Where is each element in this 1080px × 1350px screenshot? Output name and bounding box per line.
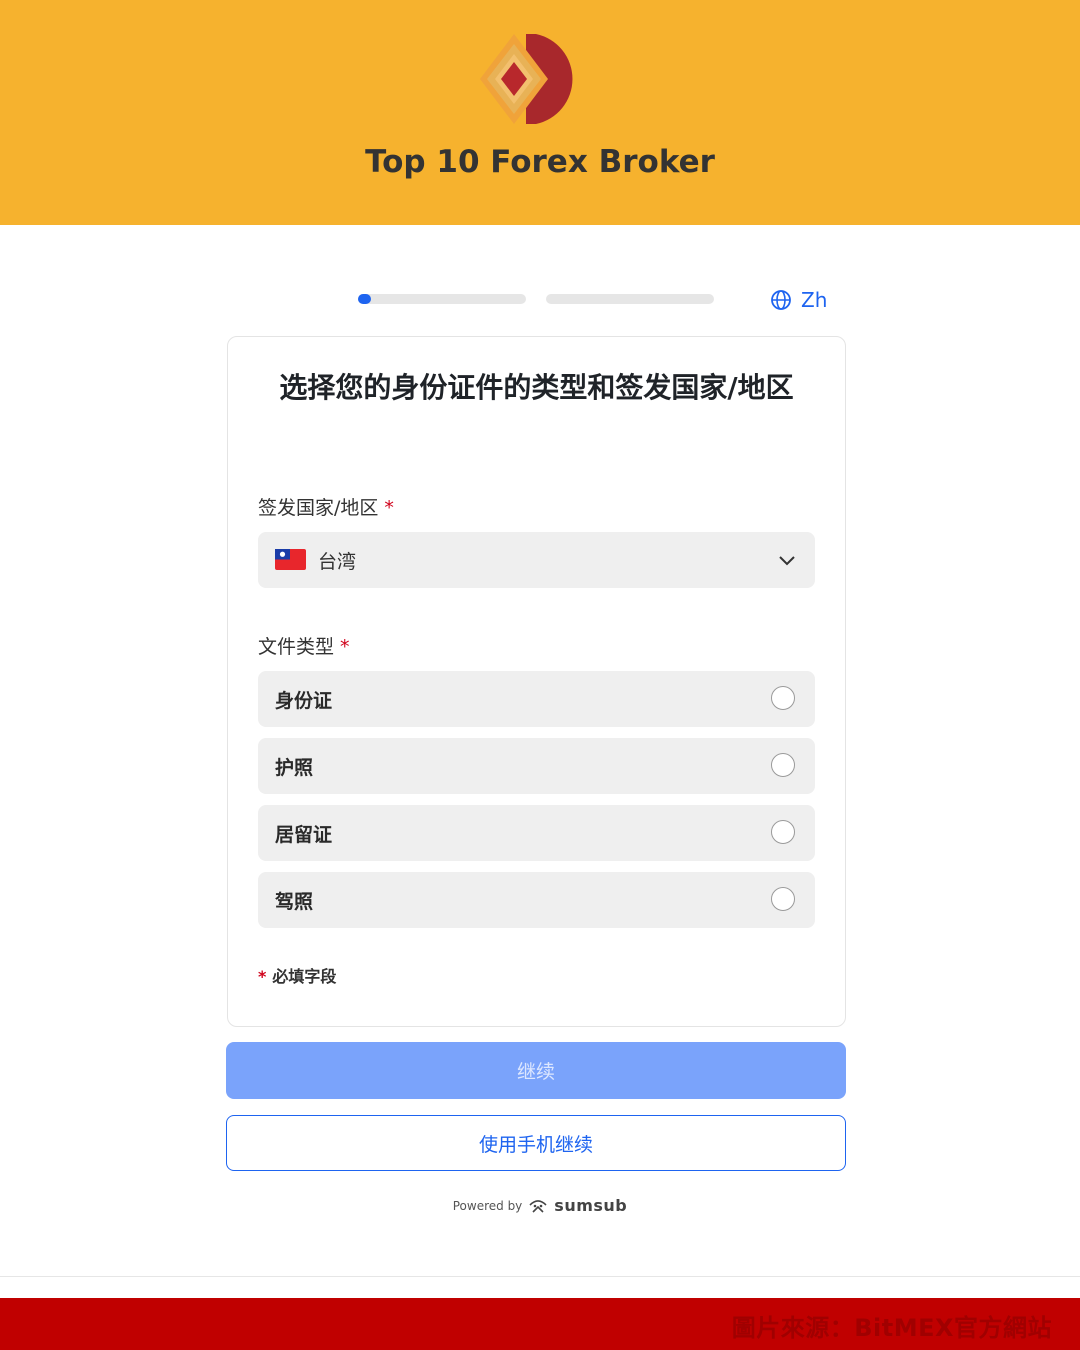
powered-by-footer: Powered by sumsub [0,1196,1080,1215]
continue-with-phone-button[interactable]: 使用手机继续 [226,1115,846,1171]
required-note-text: 必填字段 [272,967,337,986]
option-label: 身份证 [275,690,333,712]
progress-step-1-fill [358,294,372,304]
sumsub-brand: sumsub [554,1196,628,1215]
document-form-card: 选择您的身份证件的类型和签发国家/地区 签发国家/地区 * 台湾 文件类型 * 身份… [227,336,846,1027]
taiwan-flag-icon [275,549,306,570]
brand-logo-icon [480,34,573,124]
option-label: 驾照 [275,891,314,913]
footer-divider [0,1276,1080,1277]
required-asterisk: * [258,967,267,986]
radio-button[interactable] [771,887,795,911]
source-caption: 圖片來源：BitMEX官方網站 [731,1314,1052,1342]
radio-button[interactable] [771,753,795,777]
country-select-value: 台湾 [318,551,357,573]
sumsub-logo-icon [529,1199,547,1213]
radio-button[interactable] [771,686,795,710]
chevron-down-icon [779,556,795,566]
doc-type-label: 文件类型 [258,636,335,658]
country-label: 签发国家/地区 [258,497,379,519]
option-label: 护照 [275,757,314,779]
required-asterisk: * [340,636,350,658]
brand-title: Top 10 Forex Broker [365,144,715,180]
continue-button[interactable]: 继续 [226,1042,846,1099]
required-fields-note: * 必填字段 [258,963,336,987]
language-label: Zh [801,288,828,312]
doc-option-id-card[interactable]: 身份证 [258,671,815,727]
language-switcher[interactable]: Zh [770,286,827,314]
country-select[interactable]: 台湾 [258,532,815,588]
powered-by-text: Powered by [452,1198,523,1213]
doc-option-passport[interactable]: 护照 [258,738,815,794]
doc-type-label-row: 文件类型 * [258,632,350,659]
doc-option-drivers-license[interactable]: 驾照 [258,872,815,928]
option-label: 居留证 [275,824,333,846]
header-banner: Top 10 Forex Broker [0,0,1080,225]
country-label-row: 签发国家/地区 * [258,493,394,520]
radio-button[interactable] [771,820,795,844]
progress-step-1 [358,294,526,304]
required-asterisk: * [384,497,394,519]
progress-step-2 [546,294,714,304]
form-title: 选择您的身份证件的类型和签发国家/地区 [279,371,794,404]
source-banner: 圖片來源：BitMEX官方網站 [0,1298,1080,1350]
globe-icon [771,290,791,310]
doc-option-residence-permit[interactable]: 居留证 [258,805,815,861]
